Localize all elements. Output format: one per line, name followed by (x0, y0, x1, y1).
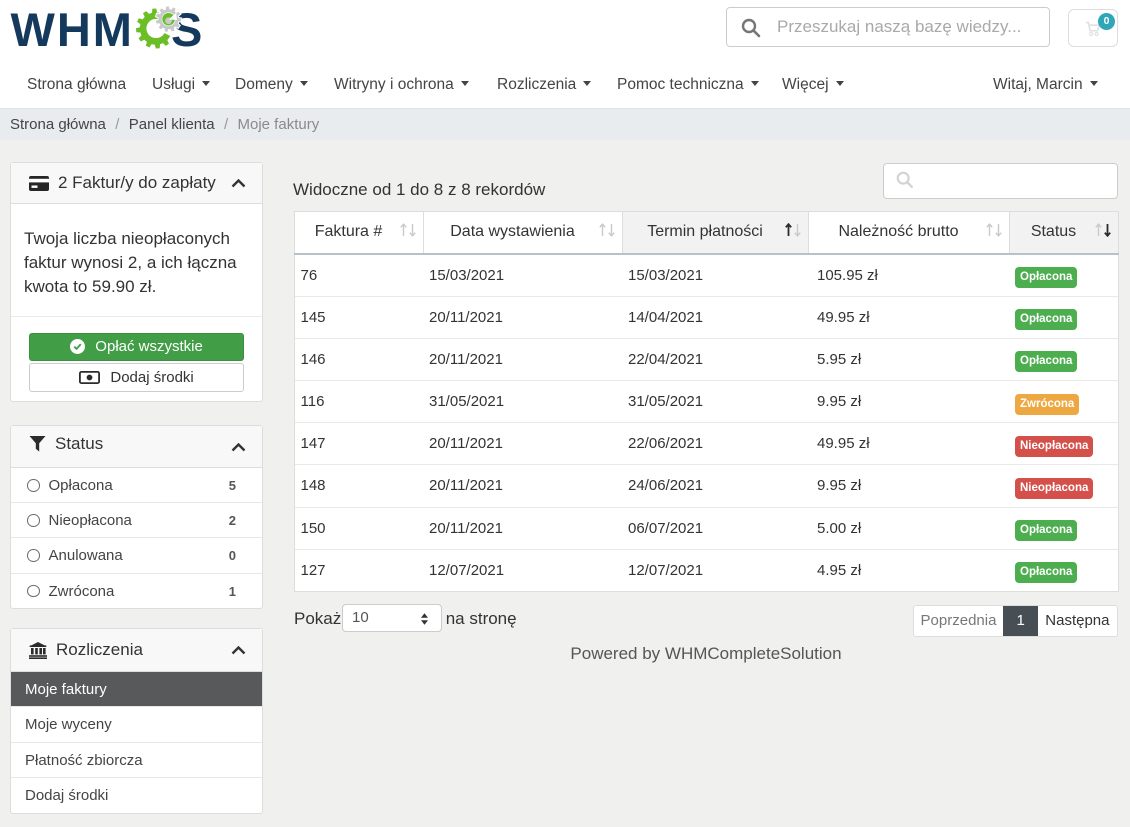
svg-text:WHM: WHM (11, 5, 134, 56)
